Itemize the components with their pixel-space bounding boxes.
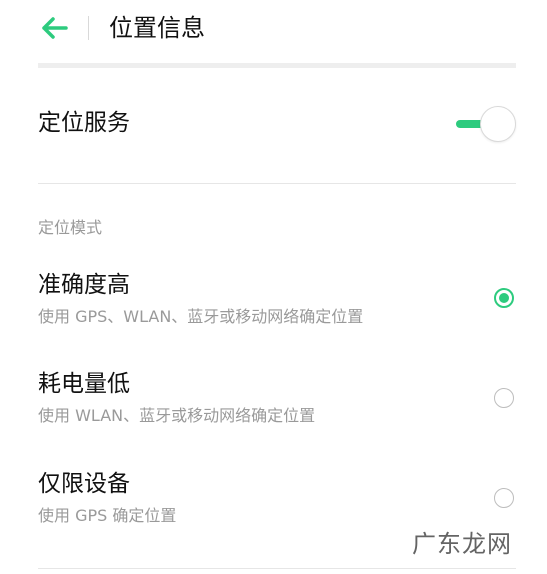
location-service-toggle[interactable]: [456, 104, 516, 144]
radio-device-only[interactable]: [494, 488, 514, 508]
location-service-label: 定位服务: [38, 110, 130, 136]
mode-option-subtitle: 使用 WLAN、蓝牙或移动网络确定位置: [38, 406, 316, 425]
watermark: 广东龙网: [412, 530, 512, 558]
radio-dot: [499, 293, 509, 303]
back-button[interactable]: [36, 12, 72, 44]
mode-option-subtitle: 使用 GPS、WLAN、蓝牙或移动网络确定位置: [38, 307, 364, 326]
location-settings-screen: 位置信息 定位服务 定位模式 准确度高 使用 GPS、WLAN、蓝牙或移动网络确…: [0, 0, 547, 574]
page-title: 位置信息: [109, 14, 205, 42]
toggle-knob: [480, 106, 516, 142]
mode-section-label: 定位模式: [38, 218, 103, 237]
arrow-left-icon: [42, 17, 68, 39]
location-service-row[interactable]: 定位服务: [0, 92, 547, 156]
app-header: 位置信息: [0, 0, 547, 56]
mode-option-high-accuracy[interactable]: 准确度高 使用 GPS、WLAN、蓝牙或移动网络确定位置: [0, 270, 547, 346]
mode-option-title: 仅限设备: [38, 471, 130, 497]
mode-option-title: 准确度高: [38, 272, 130, 298]
mode-option-battery-saving[interactable]: 耗电量低 使用 WLAN、蓝牙或移动网络确定位置: [0, 369, 547, 445]
mode-option-subtitle: 使用 GPS 确定位置: [38, 506, 177, 525]
radio-battery-saving[interactable]: [494, 388, 514, 408]
header-separator: [38, 63, 516, 68]
radio-high-accuracy[interactable]: [494, 288, 514, 308]
header-divider: [88, 16, 89, 40]
section-divider: [38, 183, 516, 184]
bottom-divider: [38, 568, 516, 569]
mode-option-title: 耗电量低: [38, 371, 130, 397]
